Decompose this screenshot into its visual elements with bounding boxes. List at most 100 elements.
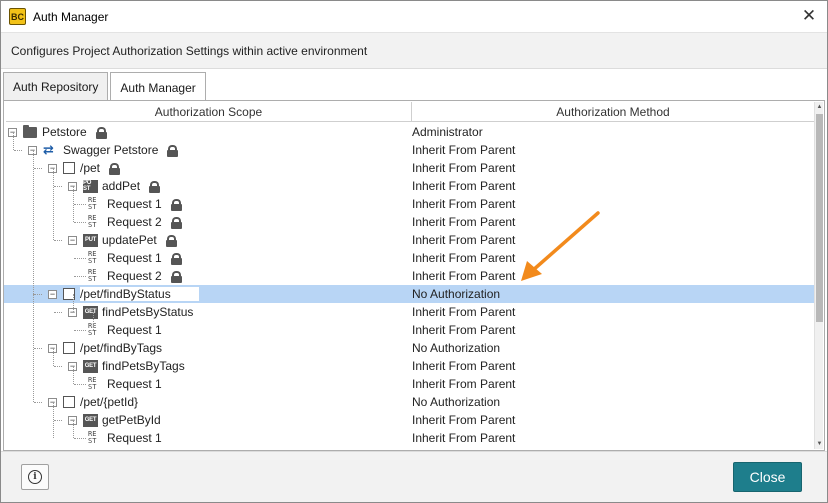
table-row[interactable]: RE ST Request 1 Inherit From Parent <box>4 429 814 447</box>
tree-connector <box>34 402 42 403</box>
scope-cell: − GET getPetById <box>4 411 410 429</box>
scope-cell: −/pet/findByTags <box>4 339 410 357</box>
column-header-method[interactable]: Authorization Method <box>412 102 814 122</box>
table-row[interactable]: RE ST Request 1 Inherit From Parent <box>4 249 814 267</box>
table-row[interactable]: RE ST Request 1 Inherit From Parent <box>4 195 814 213</box>
title-bar: BC Auth Manager ✕ <box>1 1 827 32</box>
folder-icon <box>23 124 37 138</box>
rest-label-bottom: ST <box>88 437 97 445</box>
close-button[interactable]: Close <box>733 462 802 492</box>
table-row[interactable]: −/pet/findByTags No Authorization <box>4 339 814 357</box>
auth-method-cell[interactable]: Inherit From Parent <box>412 267 515 285</box>
auth-method-cell[interactable]: Inherit From Parent <box>412 303 515 321</box>
auth-method-cell[interactable]: Inherit From Parent <box>412 159 515 177</box>
table-row[interactable]: − GET findPetsByStatus Inherit From Parent <box>4 303 814 321</box>
tree-node: − GET findPetsByStatus <box>68 303 193 321</box>
tree-node: − PUT updatePet <box>68 231 177 249</box>
info-icon: i <box>28 470 42 484</box>
tree-node: RE ST Request 1 <box>88 249 182 267</box>
tree-node: − GET findPetsByTags <box>68 357 185 375</box>
table-row[interactable]: RE ST Request 1 Inherit From Parent <box>4 375 814 393</box>
auth-method-cell[interactable]: Inherit From Parent <box>412 357 515 375</box>
dialog-footer: i Close <box>1 451 827 502</box>
table-row[interactable]: RE ST Request 2 Inherit From Parent <box>4 213 814 231</box>
table-row[interactable]: − GET getPetById Inherit From Parent <box>4 411 814 429</box>
vertical-scrollbar[interactable]: ▲ ▼ <box>814 102 823 449</box>
lock-icon <box>149 180 161 193</box>
tree-connector <box>74 276 86 277</box>
rest-label-bottom: ST <box>88 329 97 337</box>
auth-method-cell[interactable]: Inherit From Parent <box>412 411 515 429</box>
tab-auth-repository[interactable]: Auth Repository <box>3 72 109 101</box>
tree-node: RE ST Request 2 <box>88 213 182 231</box>
lock-icon <box>95 126 107 139</box>
collapse-toggle-icon[interactable]: − <box>68 235 77 245</box>
scroll-thumb[interactable] <box>816 114 823 322</box>
auth-method-cell[interactable]: Inherit From Parent <box>412 429 515 447</box>
lock-icon <box>170 216 182 229</box>
table-row[interactable]: − GET findPetsByTags Inherit From Parent <box>4 357 814 375</box>
tree-guide-line <box>53 402 54 438</box>
node-label: Petstore <box>42 125 87 139</box>
auth-method-cell[interactable]: Inherit From Parent <box>412 177 515 195</box>
scroll-down-icon[interactable]: ▼ <box>815 439 824 449</box>
auth-method-cell[interactable]: Administrator <box>412 123 483 141</box>
table-row[interactable]: RE ST Request 1 Inherit From Parent <box>4 321 814 339</box>
tree-connector <box>54 366 62 367</box>
tree-node: − ⇄ Swagger Petstore <box>28 141 179 159</box>
auth-method-cell[interactable]: Inherit From Parent <box>412 231 515 249</box>
tree-connector <box>54 312 62 313</box>
auth-scope-grid: Authorization Scope Authorization Method… <box>3 100 825 451</box>
table-row[interactable]: −/pet Inherit From Parent <box>4 159 814 177</box>
node-label: updatePet <box>102 233 157 247</box>
auth-method-cell[interactable]: No Authorization <box>412 339 500 357</box>
auth-method-cell[interactable]: Inherit From Parent <box>412 195 515 213</box>
table-row[interactable]: − PUT updatePet Inherit From Parent <box>4 231 814 249</box>
collapse-toggle-icon[interactable]: − <box>48 289 57 299</box>
post-method-icon: PO ST <box>83 179 98 193</box>
tree-connector <box>54 186 62 187</box>
scope-cell: RE ST Request 1 <box>4 375 410 393</box>
tree-connector <box>54 240 62 241</box>
tree-guide-line <box>73 420 74 438</box>
auth-method-cell[interactable]: No Authorization <box>412 285 500 303</box>
table-row[interactable]: RE ST Request 2 Inherit From Parent <box>4 267 814 285</box>
node-label: Request 1 <box>107 197 162 211</box>
service-icon: ⇄ <box>43 142 54 157</box>
node-label: Request 2 <box>107 215 162 229</box>
get-method-icon: GET <box>83 305 98 319</box>
resource-icon <box>63 162 75 174</box>
node-label: findPetsByStatus <box>102 305 194 319</box>
window-close-icon[interactable]: ✕ <box>797 5 821 27</box>
scope-cell: RE ST Request 1 <box>4 195 410 213</box>
rest-request-icon: RE ST <box>88 377 102 391</box>
table-row[interactable]: −/pet/{petId} No Authorization <box>4 393 814 411</box>
info-button[interactable]: i <box>21 464 49 490</box>
tree-guide-line <box>13 132 14 150</box>
table-row[interactable]: − ⇄ Swagger Petstore Inherit From Parent <box>4 141 814 159</box>
auth-method-cell[interactable]: Inherit From Parent <box>412 321 515 339</box>
auth-method-cell[interactable]: Inherit From Parent <box>412 375 515 393</box>
lock-icon <box>170 270 182 283</box>
scroll-up-icon[interactable]: ▲ <box>815 102 824 112</box>
auth-method-cell[interactable]: Inherit From Parent <box>412 141 515 159</box>
auth-method-cell[interactable]: Inherit From Parent <box>412 213 515 231</box>
rest-request-icon: RE ST <box>88 197 102 211</box>
auth-method-cell[interactable]: Inherit From Parent <box>412 249 515 267</box>
tree-node: − GET getPetById <box>68 411 161 429</box>
table-row[interactable]: − Petstore Administrator <box>4 123 814 141</box>
tab-auth-manager[interactable]: Auth Manager <box>110 72 206 102</box>
table-row[interactable]: − /pet/findByStatus No Authorization <box>4 285 814 303</box>
auth-method-cell[interactable]: No Authorization <box>412 393 500 411</box>
column-header-scope[interactable]: Authorization Scope <box>6 102 412 122</box>
table-row[interactable]: − PO ST addPet Inherit From Parent <box>4 177 814 195</box>
tree-node: RE ST Request 1 <box>88 321 162 339</box>
tree-node: −/pet <box>48 159 121 177</box>
node-label: /pet/findByStatus <box>80 287 199 301</box>
dialog-description: Configures Project Authorization Setting… <box>1 32 827 69</box>
rest-label-bottom: ST <box>88 221 97 229</box>
tree-connector <box>54 420 62 421</box>
tree-node: RE ST Request 1 <box>88 195 182 213</box>
tree-connector <box>74 258 86 259</box>
lock-icon <box>167 144 179 157</box>
